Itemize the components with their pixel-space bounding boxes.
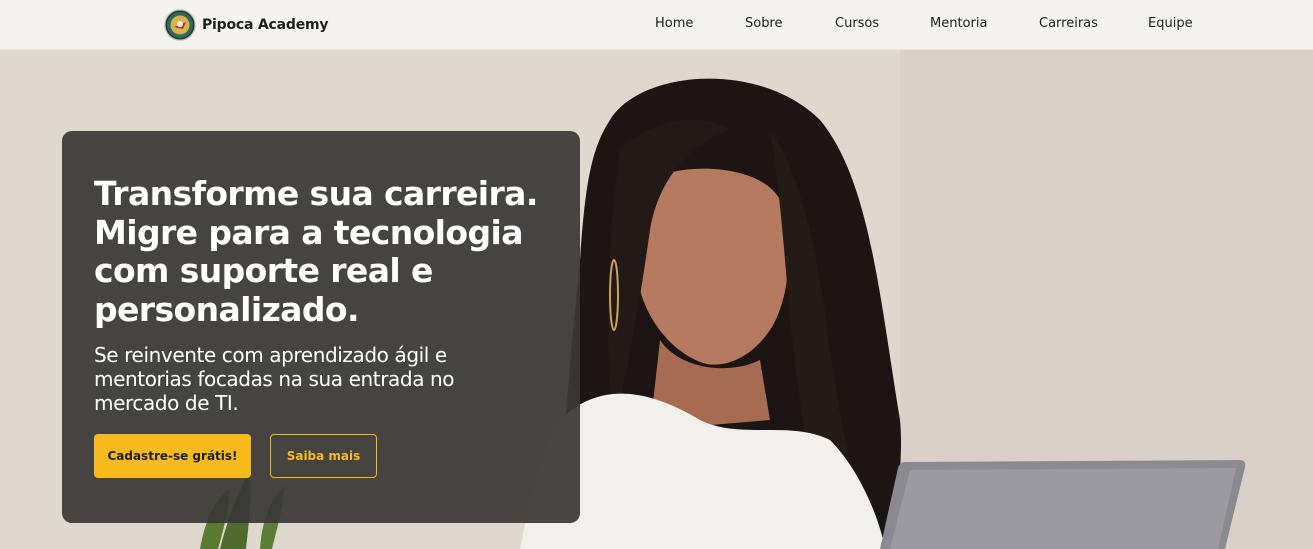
nav-link-equipe[interactable]: Equipe xyxy=(1148,16,1193,31)
pipoca-academy-logo-icon xyxy=(164,9,196,41)
hero-title: Transforme sua carreira. Migre para a te… xyxy=(94,174,538,329)
brand-name: Pipoca Academy xyxy=(202,17,329,33)
nav-link-home[interactable]: Home xyxy=(655,16,693,31)
hero-card: Transforme sua carreira. Migre para a te… xyxy=(62,131,580,523)
brand-link[interactable]: Pipoca Academy xyxy=(164,9,329,41)
hero-subtitle: Se reinvente com aprendizado ágil e ment… xyxy=(94,343,455,415)
top-navbar: Pipoca Academy Home Sobre Cursos Mentori… xyxy=(0,0,1313,50)
nav-link-mentoria[interactable]: Mentoria xyxy=(930,16,987,31)
nav-link-cursos[interactable]: Cursos xyxy=(835,16,879,31)
signup-free-button[interactable]: Cadastre-se grátis! xyxy=(94,434,251,478)
learn-more-button[interactable]: Saiba mais xyxy=(270,434,377,478)
nav-link-carreiras[interactable]: Carreiras xyxy=(1039,16,1098,31)
nav-link-sobre[interactable]: Sobre xyxy=(745,16,783,31)
